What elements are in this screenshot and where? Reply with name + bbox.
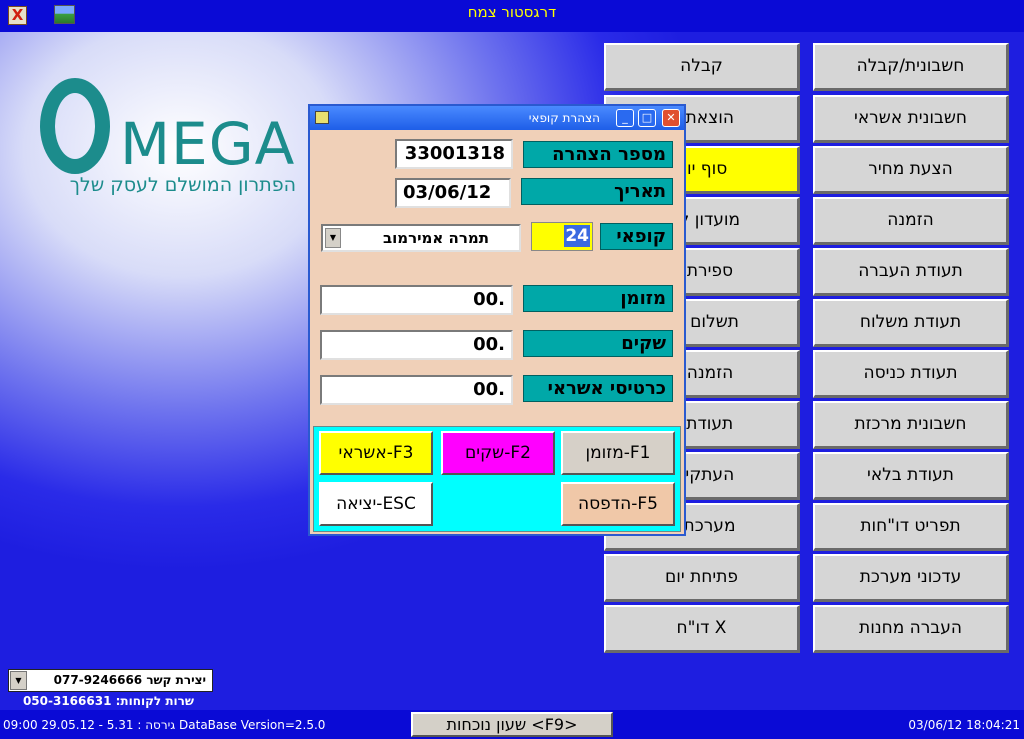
logo-wordmark: MEGA xyxy=(120,110,296,178)
contact-select-value: יצירת קשר 077-9246666 xyxy=(53,673,206,687)
credit-cards-label: כרטיסי אשראי xyxy=(523,375,673,402)
menu-invoice-receipt-button[interactable]: חשבונית/קבלה xyxy=(813,43,1009,91)
f1-cash-button[interactable]: F1-מזומן xyxy=(561,431,675,475)
chevron-down-icon[interactable]: ▼ xyxy=(10,671,27,690)
close-icon[interactable]: ✕ xyxy=(662,109,680,127)
app-icon xyxy=(315,111,329,124)
menu-summary-invoice-button[interactable]: חשבונית מרכזת xyxy=(813,401,1009,449)
menu-open-day-button[interactable]: פתיחת יום xyxy=(604,554,800,602)
cashier-label: קופאי xyxy=(600,223,673,250)
declaration-number-field[interactable]: 33001318 xyxy=(395,139,513,169)
credit-cards-field[interactable]: 00. xyxy=(320,375,513,405)
date-field[interactable]: 03/06/12 xyxy=(395,178,511,208)
menu-system-updates-button[interactable]: עדכוני מערכת xyxy=(813,554,1009,602)
f2-checks-button[interactable]: F2-שקים xyxy=(441,431,555,475)
picture-icon[interactable] xyxy=(54,5,75,24)
datetime-display: 03/06/12 18:04:21 xyxy=(908,718,1020,732)
status-bar: 09:00 29.05.12 - 5.31 : גירסה DataBase V… xyxy=(0,710,1024,739)
dialog-title: הצהרת קופאי xyxy=(528,111,600,125)
f5-print-button[interactable]: F5-הדפסה xyxy=(561,482,675,526)
customer-service-text: שרות לקוחות: 050-3166631 xyxy=(22,694,194,708)
window-title-bar: X דרגסטור צמח xyxy=(0,0,1024,32)
menu-transfer-cert-button[interactable]: תעודת העברה xyxy=(813,248,1009,296)
cash-label: מזומן xyxy=(523,285,673,312)
menu-delivery-note-button[interactable]: תעודת משלוח xyxy=(813,299,1009,347)
esc-exit-button[interactable]: ESC-יציאה xyxy=(319,482,433,526)
date-label: תאריך xyxy=(521,178,673,205)
logo-letter-o xyxy=(40,78,110,174)
cashier-number-input[interactable]: 24 xyxy=(531,222,593,251)
time-clock-button[interactable]: שעון נוכחות <F9> xyxy=(411,712,613,737)
declaration-number-label: מספר הצהרה xyxy=(523,141,673,168)
cashier-name-select[interactable]: תמרה אמירמוב ▼ xyxy=(321,224,521,252)
menu-wear-cert-button[interactable]: תעודת בלאי xyxy=(813,452,1009,500)
close-icon[interactable]: X xyxy=(8,6,27,25)
dialog-title-bar: הצהרת קופאי _ □ ✕ xyxy=(310,106,684,130)
menu-store-transfer-button[interactable]: העברה מחנות xyxy=(813,605,1009,653)
cashier-declaration-dialog: הצהרת קופאי _ □ ✕ מספר הצהרה 33001318 תא… xyxy=(308,104,686,536)
menu-order-button[interactable]: הזמנה xyxy=(813,197,1009,245)
cash-field[interactable]: 00. xyxy=(320,285,513,315)
checks-label: שקים xyxy=(523,330,673,357)
omega-logo: MEGA הפתרון המושלם לעסק שלך xyxy=(40,78,310,208)
version-info: 09:00 29.05.12 - 5.31 : גירסה DataBase V… xyxy=(3,718,326,732)
minimize-icon[interactable]: _ xyxy=(616,109,634,127)
menu-reports-button[interactable]: תפריט דו"חות xyxy=(813,503,1009,551)
menu-receipt-button[interactable]: קבלה xyxy=(604,43,800,91)
function-keys-panel: F1-מזומן F2-שקים F3-אשראי F5-הדפסה ESC-י… xyxy=(313,426,681,532)
logo-tagline: הפתרון המושלם לעסק שלך xyxy=(69,174,296,196)
f3-credit-button[interactable]: F3-אשראי xyxy=(319,431,433,475)
window-title: דרגסטור צמח xyxy=(467,3,557,21)
chevron-down-icon[interactable]: ▼ xyxy=(325,228,341,248)
menu-x-report-button[interactable]: X דו"ח xyxy=(604,605,800,653)
menu-credit-invoice-button[interactable]: חשבונית אשראי xyxy=(813,95,1009,143)
maximize-icon[interactable]: □ xyxy=(638,109,656,127)
contact-select[interactable]: יצירת קשר 077-9246666 ▼ xyxy=(8,669,213,692)
cashier-name-value: תמרה אמירמוב xyxy=(382,229,489,247)
menu-price-quote-button[interactable]: הצעת מחיר xyxy=(813,146,1009,194)
menu-entry-cert-button[interactable]: תעודת כניסה xyxy=(813,350,1009,398)
checks-field[interactable]: 00. xyxy=(320,330,513,360)
cashier-number: 24 xyxy=(564,225,590,247)
